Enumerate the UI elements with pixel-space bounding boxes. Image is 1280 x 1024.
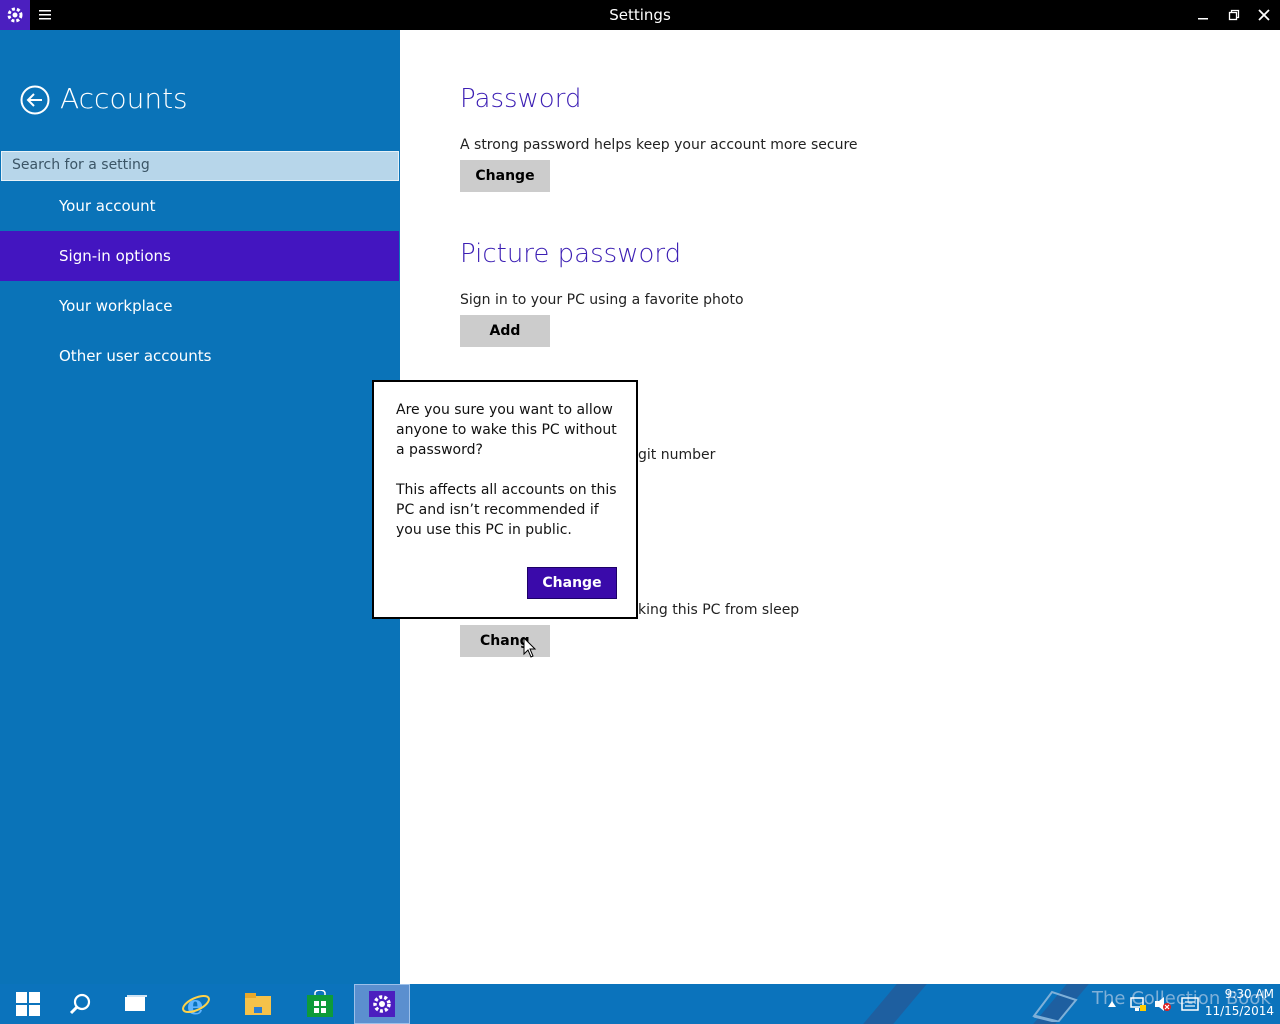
- file-explorer-icon[interactable]: [230, 984, 286, 1024]
- clock-time: 9:30 AM: [1224, 987, 1274, 1001]
- dialog-change-button[interactable]: Change: [527, 567, 617, 599]
- taskbar: e The Collection Book 9:30 AM 11/15/2014: [0, 984, 1280, 1024]
- settings-icon[interactable]: [354, 984, 410, 1024]
- back-arrow-icon[interactable]: [20, 85, 50, 115]
- restore-button[interactable]: [1218, 0, 1250, 30]
- title-bar: Settings: [0, 0, 1280, 30]
- dialog-message: Are you sure you want to allow anyone to…: [396, 400, 618, 560]
- task-view-icon[interactable]: [108, 984, 164, 1024]
- picture-password-heading: Picture password: [460, 239, 682, 269]
- sidebar: Accounts Search for a setting Your accou…: [0, 30, 400, 984]
- search-input[interactable]: Search for a setting: [1, 151, 399, 181]
- dialog-message-line1: Are you sure you want to allow anyone to…: [396, 402, 617, 458]
- network-icon[interactable]: [1128, 994, 1148, 1014]
- sidebar-item-your-account[interactable]: Your account: [0, 181, 399, 231]
- password-change-button[interactable]: Change: [460, 160, 550, 192]
- mouse-cursor-icon: [523, 636, 537, 659]
- picture-password-add-button[interactable]: Add: [460, 315, 550, 347]
- sidebar-item-other-user-accounts[interactable]: Other user accounts: [0, 331, 399, 381]
- page-title: Accounts: [60, 82, 188, 115]
- dialog-message-line2: This affects all accounts on this PC and…: [396, 482, 617, 538]
- chevron-up-icon[interactable]: [1102, 994, 1122, 1014]
- search-icon[interactable]: [52, 984, 108, 1024]
- password-description: A strong password helps keep your accoun…: [460, 137, 858, 153]
- pin-description: git number: [638, 447, 716, 463]
- sidebar-item-your-workplace[interactable]: Your workplace: [0, 281, 399, 331]
- system-clock[interactable]: 9:30 AM 11/15/2014: [1200, 986, 1274, 1020]
- windows-start-icon[interactable]: [0, 984, 56, 1024]
- internet-explorer-icon[interactable]: e: [168, 984, 224, 1024]
- picture-password-description: Sign in to your PC using a favorite phot…: [460, 292, 744, 308]
- action-center-icon[interactable]: [1180, 994, 1200, 1014]
- book-logo-icon: [1032, 990, 1078, 1022]
- close-button[interactable]: [1248, 0, 1280, 30]
- confirmation-dialog: Are you sure you want to allow anyone to…: [372, 380, 638, 619]
- volume-muted-icon[interactable]: [1153, 994, 1173, 1014]
- window-title: Settings: [609, 6, 671, 24]
- password-heading: Password: [460, 84, 582, 114]
- minimize-button[interactable]: [1187, 0, 1219, 30]
- store-icon[interactable]: [292, 984, 348, 1024]
- taskbar-decoration: [863, 984, 927, 1024]
- clock-date: 11/15/2014: [1204, 1004, 1274, 1018]
- sidebar-item-sign-in-options[interactable]: Sign-in options: [0, 231, 399, 281]
- password-policy-description: king this PC from sleep: [638, 602, 800, 618]
